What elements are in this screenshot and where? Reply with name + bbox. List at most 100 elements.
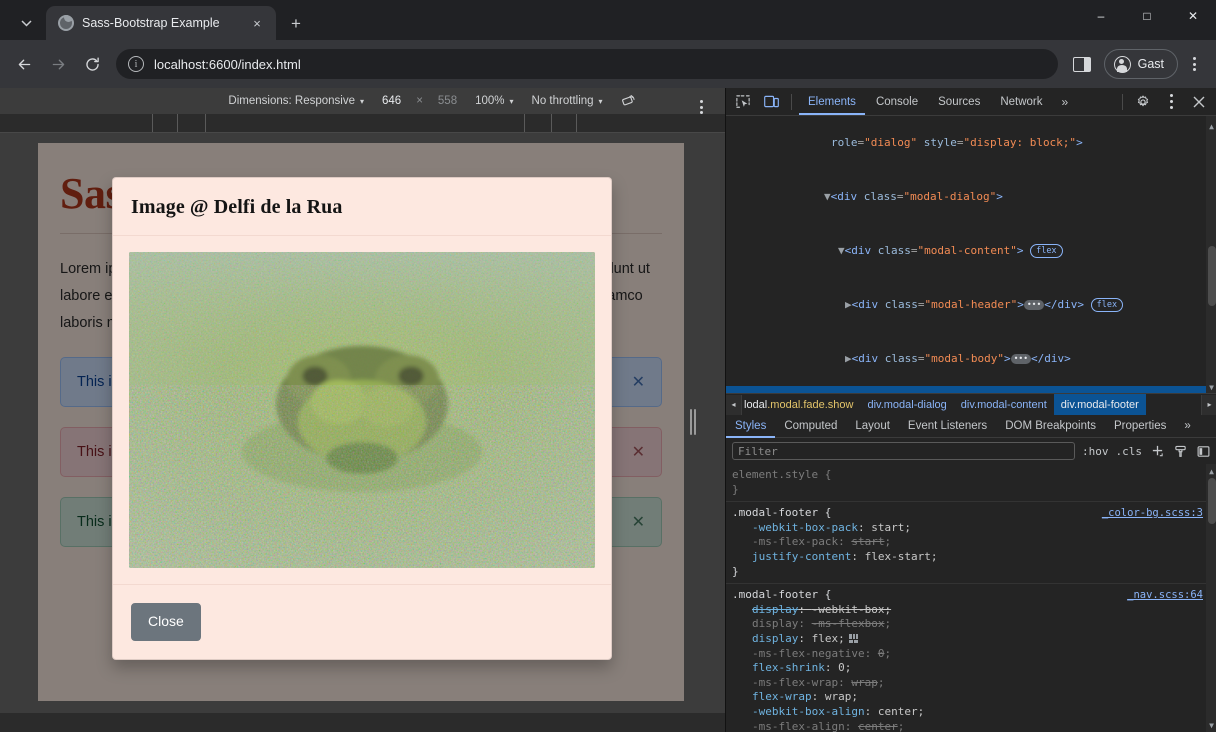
flex-badge[interactable]: flex [1030, 244, 1063, 258]
scroll-up-icon[interactable]: ▲ [1206, 118, 1216, 131]
scrollbar-thumb[interactable] [1208, 478, 1216, 524]
breadcrumb-item-modal-footer[interactable]: div.modal-footer [1053, 394, 1146, 415]
new-style-rule-icon[interactable] [1149, 443, 1165, 459]
tab-elements[interactable]: Elements [799, 88, 865, 115]
tab-layout[interactable]: Layout [846, 415, 899, 438]
breadcrumb-item-modal-content[interactable]: div.modal-content [954, 394, 1054, 415]
styles-filter-input[interactable]: Filter [732, 442, 1075, 460]
declaration[interactable]: display: -webkit-box; [732, 603, 1216, 618]
styles-scrollbar[interactable]: ▲ ▼ [1206, 464, 1216, 732]
side-panel-button[interactable] [1066, 48, 1098, 80]
cls-button[interactable]: .cls [1116, 445, 1143, 458]
close-tab-icon[interactable]: × [248, 14, 266, 32]
breadcrumb: ◂ lodal .modal.fade.show div.modal-dialog… [726, 393, 1216, 415]
flex-badge[interactable]: flex [1090, 298, 1124, 312]
declaration-value: start [851, 535, 885, 549]
tab-dom-breakpoints[interactable]: DOM Breakpoints [996, 415, 1105, 438]
declaration[interactable]: display: -ms-flexbox; [732, 617, 1216, 632]
declaration[interactable]: -webkit-box-align: center; [732, 705, 1216, 720]
toggle-sidebar-icon[interactable] [1195, 443, 1211, 459]
dom-line[interactable]: ▼<div class="modal-content"> flex [726, 224, 1216, 278]
close-devtools-icon[interactable] [1186, 90, 1212, 114]
new-tab-button[interactable]: + [282, 9, 310, 37]
browser-tab[interactable]: Sass-Bootstrap Example × [46, 6, 276, 40]
site-info-icon[interactable]: i [128, 56, 144, 72]
dom-line[interactable]: ▼<div class="modal-dialog"> [726, 170, 1216, 224]
gear-icon[interactable] [1130, 90, 1156, 114]
dom-tree[interactable]: role="dialog" style="display: block;"> ▼… [726, 116, 1216, 393]
declaration-property: -webkit-box-pack [752, 520, 858, 534]
scroll-up-icon[interactable]: ▲ [1206, 465, 1216, 477]
tab-styles[interactable]: Styles [726, 415, 775, 438]
device-height-input[interactable]: 558 [429, 91, 466, 111]
browser-menu-icon[interactable] [1180, 48, 1208, 80]
rotate-device-icon[interactable] [612, 91, 646, 111]
rule-selector[interactable]: .modal-footer [732, 506, 818, 519]
declaration[interactable]: flex-wrap: wrap; [732, 690, 1216, 705]
close-button[interactable]: Close [131, 603, 201, 641]
device-width-input[interactable]: 646 [373, 91, 410, 111]
devtools-menu-icon[interactable] [1158, 90, 1184, 114]
style-source-link[interactable]: _color-bg.scss:3 [1102, 506, 1203, 521]
declaration[interactable]: -ms-flex-align: center; [732, 720, 1216, 732]
styles-pane[interactable]: element.style { } _color-bg.scss:3 .moda… [726, 464, 1216, 732]
rule-selector[interactable]: element.style [732, 468, 818, 481]
tab-console[interactable]: Console [867, 88, 927, 115]
scroll-down-icon[interactable]: ▼ [1206, 719, 1216, 731]
style-rule-element-style[interactable]: element.style { } [726, 464, 1216, 503]
dom-line-selected[interactable]: •••▼<div class="modal-footer"> flex == $… [726, 386, 1216, 393]
throttling-select[interactable]: No throttling ▾ [523, 91, 612, 111]
address-bar[interactable]: i localhost:6600/index.html [116, 49, 1058, 79]
scrollbar-thumb[interactable] [1208, 246, 1216, 306]
zoom-select[interactable]: 100% ▾ [466, 91, 522, 111]
tab-properties[interactable]: Properties [1105, 415, 1175, 438]
more-style-tabs-icon[interactable]: » [1175, 415, 1199, 438]
dom-line[interactable]: role="dialog" style="display: block;"> [726, 116, 1216, 170]
flex-icon[interactable] [848, 633, 858, 643]
declaration[interactable]: -ms-flex-negative: 0; [732, 647, 1216, 662]
forward-button[interactable] [42, 48, 74, 80]
inspect-element-icon[interactable] [730, 90, 756, 114]
declaration[interactable]: justify-content: flex-start; [732, 550, 1216, 565]
dom-scrollbar[interactable]: ▲ ▼ [1206, 116, 1216, 393]
declaration-property: -ms-flex-negative [752, 646, 865, 660]
more-tabs-icon[interactable]: » [1054, 95, 1077, 109]
breadcrumb-item-modal[interactable]: lodal .modal.fade.show [742, 394, 860, 415]
back-button[interactable] [8, 48, 40, 80]
dom-line[interactable]: ▶<div class="modal-body"> ••• </div> [726, 332, 1216, 386]
tab-search-icon[interactable] [8, 8, 44, 38]
style-rule-modal-footer-2[interactable]: _nav.scss:64 .modal-footer { display: -w… [726, 584, 1216, 732]
modal-content: Image @ Delfi de la Rua Close [112, 177, 612, 660]
declaration[interactable]: -ms-flex-wrap: wrap; [732, 676, 1216, 691]
chevron-down-icon: ▾ [509, 96, 514, 106]
breadcrumb-next-button[interactable]: ▸ [1201, 394, 1216, 415]
declaration[interactable]: flex-shrink: 0; [732, 661, 1216, 676]
close-window-button[interactable]: ✕ [1170, 0, 1216, 32]
declaration[interactable]: display: flex; [732, 632, 1216, 647]
rule-selector[interactable]: .modal-footer [732, 588, 818, 601]
paintbrush-icon[interactable] [1172, 443, 1188, 459]
divider [1122, 93, 1123, 110]
toggle-device-toolbar-icon[interactable] [758, 90, 784, 114]
viewport-width-handle[interactable] [690, 405, 696, 439]
device-dimensions-select[interactable]: Dimensions: Responsive ▾ [219, 91, 373, 111]
viewport-ruler[interactable] [0, 114, 725, 133]
tab-sources[interactable]: Sources [929, 88, 989, 115]
tab-event-listeners[interactable]: Event Listeners [899, 415, 996, 438]
dom-line[interactable]: ▶<div class="modal-header"> ••• </div> fle… [726, 278, 1216, 332]
breadcrumb-item-modal-dialog[interactable]: div.modal-dialog [860, 394, 953, 415]
declaration-property: -ms-flex-wrap [752, 675, 839, 689]
scroll-down-icon[interactable]: ▼ [1206, 379, 1216, 392]
minimize-button[interactable]: – [1078, 0, 1124, 32]
hov-button[interactable]: :hov [1082, 445, 1109, 458]
tab-network[interactable]: Network [991, 88, 1051, 115]
style-rule-modal-footer-1[interactable]: _color-bg.scss:3 .modal-footer { -webkit… [726, 502, 1216, 585]
declaration[interactable]: -webkit-box-pack: start; [732, 521, 1216, 536]
maximize-button[interactable]: □ [1124, 0, 1170, 32]
tab-computed[interactable]: Computed [775, 415, 846, 438]
breadcrumb-prev-button[interactable]: ◂ [726, 394, 742, 415]
style-source-link[interactable]: _nav.scss:64 [1127, 588, 1203, 603]
reload-button[interactable] [76, 48, 108, 80]
profile-button[interactable]: Gast [1103, 49, 1178, 79]
declaration[interactable]: -ms-flex-pack: start; [732, 535, 1216, 550]
